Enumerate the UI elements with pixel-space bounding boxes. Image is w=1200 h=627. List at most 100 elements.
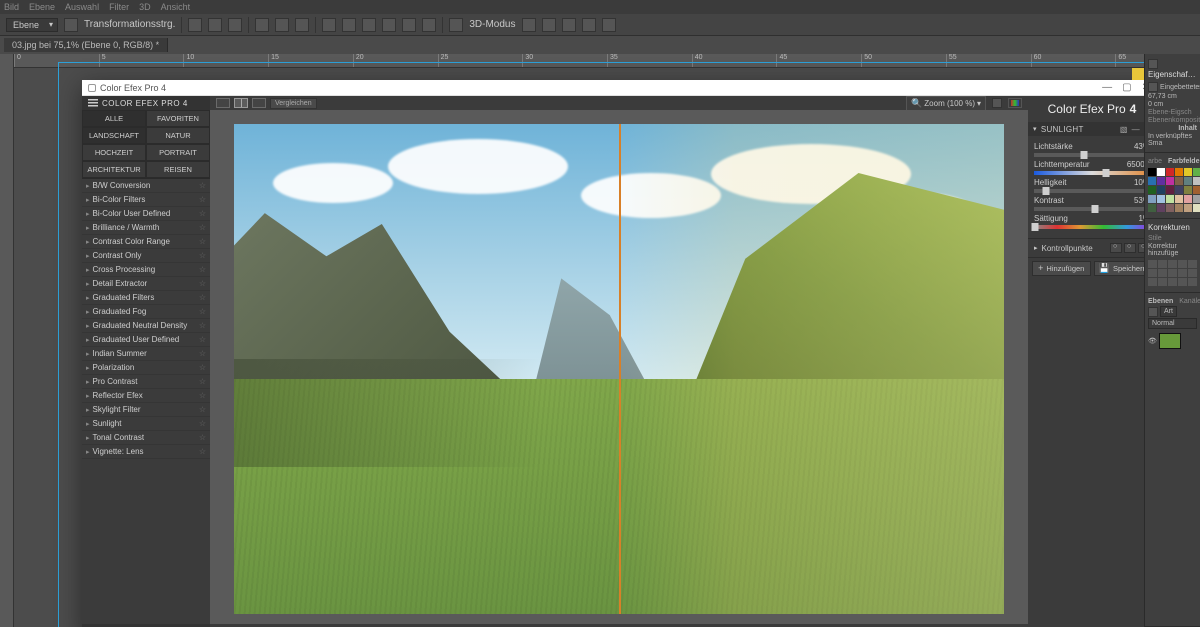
layer-filter-select[interactable]: Art	[1160, 306, 1177, 317]
distribute-icon[interactable]	[382, 18, 396, 32]
category-tab[interactable]: FAVORITEN	[146, 110, 210, 127]
control-points-row[interactable]: ▸ Kontrollpunkte	[1028, 238, 1156, 257]
swatch[interactable]	[1166, 186, 1174, 194]
distribute-icon[interactable]	[342, 18, 356, 32]
category-tab[interactable]: ALLE	[82, 110, 146, 127]
window-minimize-icon[interactable]: —	[1102, 82, 1112, 93]
filter-item[interactable]: ▸Tonal Contrast☆	[82, 431, 210, 445]
slider-thumb[interactable]	[1032, 223, 1039, 231]
layer-thumbnail[interactable]	[1159, 333, 1181, 349]
swatch[interactable]	[1148, 177, 1156, 185]
3d-tool-icon[interactable]	[582, 18, 596, 32]
slider-track[interactable]	[1034, 207, 1150, 211]
view-split-icon[interactable]	[234, 98, 248, 108]
filter-item[interactable]: ▸Sunlight☆	[82, 417, 210, 431]
filter-item[interactable]: ▸Detail Extractor☆	[82, 277, 210, 291]
align-icon[interactable]	[188, 18, 202, 32]
swatch[interactable]	[1175, 168, 1183, 176]
menu-item[interactable]: 3D	[139, 2, 151, 12]
viewer-stage[interactable]	[210, 110, 1028, 624]
swatch[interactable]	[1193, 177, 1200, 185]
slider-track[interactable]	[1034, 171, 1150, 175]
swatch[interactable]	[1148, 195, 1156, 203]
swatch[interactable]	[1148, 204, 1156, 212]
filter-item[interactable]: ▸B/W Conversion☆	[82, 179, 210, 193]
filter-item[interactable]: ▸Vignette: Lens☆	[82, 445, 210, 459]
swatch[interactable]	[1157, 195, 1165, 203]
zoom-select[interactable]: 🔍Zoom (100 %)▾	[906, 96, 986, 111]
menu-icon[interactable]	[88, 99, 98, 107]
3d-tool-icon[interactable]	[602, 18, 616, 32]
swatch[interactable]	[1157, 168, 1165, 176]
swatch[interactable]	[1157, 186, 1165, 194]
histogram-icon[interactable]	[1008, 98, 1022, 108]
tab-channels[interactable]: Kanäle	[1179, 298, 1200, 305]
slider-track[interactable]	[1034, 225, 1150, 229]
filter-item[interactable]: ▸Pro Contrast☆	[82, 375, 210, 389]
tab-swatches[interactable]: Farbfelder	[1168, 158, 1200, 165]
tab-inhalt[interactable]: Inhalt	[1148, 125, 1197, 132]
distribute-icon[interactable]	[422, 18, 436, 32]
view-side-by-side-icon[interactable]	[252, 98, 266, 108]
blend-mode-select[interactable]: Normal	[1148, 318, 1197, 329]
swatch[interactable]	[1184, 195, 1192, 203]
swatch[interactable]	[1184, 177, 1192, 185]
swatch[interactable]	[1175, 177, 1183, 185]
filter-item[interactable]: ▸Bi-Color Filters☆	[82, 193, 210, 207]
category-tab[interactable]: REISEN	[146, 161, 210, 178]
3d-tool-icon[interactable]	[542, 18, 556, 32]
distribute-icon[interactable]	[322, 18, 336, 32]
filter-item[interactable]: ▸Contrast Only☆	[82, 249, 210, 263]
visibility-icon[interactable]: 👁	[1148, 337, 1157, 345]
filter-item[interactable]: ▸Contrast Color Range☆	[82, 235, 210, 249]
swatch[interactable]	[1175, 195, 1183, 203]
swatch[interactable]	[1166, 168, 1174, 176]
slider-thumb[interactable]	[1102, 169, 1109, 177]
window-maximize-icon[interactable]: ▢	[1122, 82, 1131, 93]
tab-layers[interactable]: Ebenen	[1148, 298, 1173, 305]
swatches-grid[interactable]	[1148, 166, 1197, 214]
category-tab[interactable]: HOCHZEIT	[82, 144, 146, 161]
filter-list[interactable]: ▸B/W Conversion☆▸Bi-Color Filters☆▸Bi-Co…	[82, 178, 210, 459]
distribute-icon[interactable]	[402, 18, 416, 32]
filter-icon[interactable]	[1148, 307, 1158, 317]
tab-color[interactable]: arbe	[1148, 158, 1162, 165]
document-tab[interactable]: 03.jpg bei 75,1% (Ebene 0, RGB/8) *	[4, 38, 168, 52]
swatch[interactable]	[1184, 168, 1192, 176]
swatch[interactable]	[1166, 195, 1174, 203]
corrections-panel-title[interactable]: Korrekturen	[1148, 223, 1197, 232]
align-icon[interactable]	[275, 18, 289, 32]
swatch[interactable]	[1193, 186, 1200, 194]
3d-tool-icon[interactable]	[562, 18, 576, 32]
slider-thumb[interactable]	[1092, 205, 1099, 213]
control-point-add-plus-icon[interactable]	[1110, 243, 1122, 253]
filter-item[interactable]: ▸Graduated Fog☆	[82, 305, 210, 319]
menu-item[interactable]: Ansicht	[161, 2, 191, 12]
swatch[interactable]	[1175, 204, 1183, 212]
layer-target-select[interactable]: Ebene	[6, 18, 58, 32]
plugin-titlebar[interactable]: Color Efex Pro 4 — ▢ ✕	[82, 80, 1156, 96]
swatch[interactable]	[1184, 186, 1192, 194]
swatch[interactable]	[1175, 186, 1183, 194]
swatch[interactable]	[1157, 204, 1165, 212]
swatch[interactable]	[1157, 177, 1165, 185]
tool-icon[interactable]	[64, 18, 78, 32]
category-tab[interactable]: PORTRAIT	[146, 144, 210, 161]
filter-item[interactable]: ▸Indian Summer☆	[82, 347, 210, 361]
align-icon[interactable]	[228, 18, 242, 32]
align-icon[interactable]	[208, 18, 222, 32]
slider-track[interactable]	[1034, 153, 1150, 157]
filter-item[interactable]: ▸Cross Processing☆	[82, 263, 210, 277]
background-color-toggle[interactable]	[992, 98, 1002, 108]
filter-item[interactable]: ▸Brilliance / Warmth☆	[82, 221, 210, 235]
menu-item[interactable]: Ebene	[29, 2, 55, 12]
slider-thumb[interactable]	[1080, 151, 1087, 159]
filter-item[interactable]: ▸Graduated Filters☆	[82, 291, 210, 305]
filter-item[interactable]: ▸Reflector Efex☆	[82, 389, 210, 403]
3d-mode-icon[interactable]	[449, 18, 463, 32]
control-point-add-minus-icon[interactable]	[1124, 243, 1136, 253]
distribute-icon[interactable]	[362, 18, 376, 32]
menu-item[interactable]: Auswahl	[65, 2, 99, 12]
filter-item[interactable]: ▸Graduated Neutral Density☆	[82, 319, 210, 333]
category-tab[interactable]: ARCHITEKTUR	[82, 161, 146, 178]
